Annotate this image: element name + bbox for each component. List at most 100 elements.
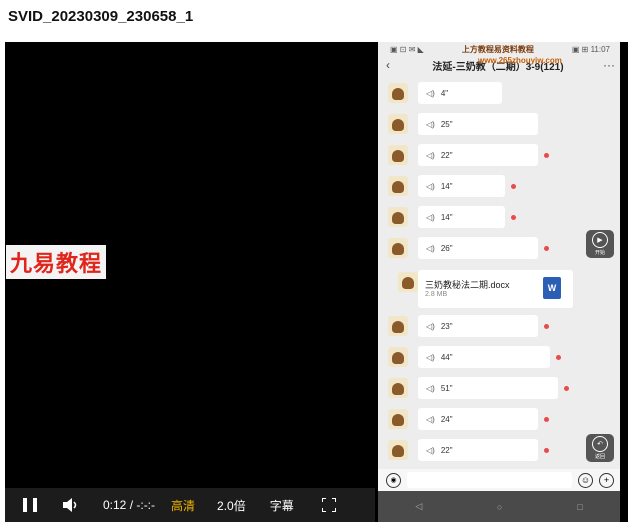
file-size: 2.8 MB bbox=[425, 291, 448, 298]
return-overlay-label: 返回 bbox=[594, 454, 605, 460]
return-icon: ↶ bbox=[592, 436, 608, 452]
voice-wave-icon: ◁) bbox=[426, 352, 435, 362]
voice-duration: 44" bbox=[440, 352, 453, 362]
avatar bbox=[388, 176, 408, 196]
voice-wave-icon: ◁) bbox=[426, 150, 435, 160]
subtitles-button[interactable]: 字幕 bbox=[270, 497, 294, 514]
nav-back-icon: ◁ bbox=[415, 501, 423, 511]
phone-status-bar: ▣ ⊡ ✉ ◣ 上方教程易资料教程 ▣ ⊞ 11:07 bbox=[378, 42, 620, 56]
nav-home-icon: ○ bbox=[497, 501, 503, 512]
voice-message: ◁) 25" bbox=[378, 112, 620, 136]
voice-duration: 22" bbox=[440, 150, 453, 160]
voice-duration: 26" bbox=[440, 243, 453, 253]
emoji-icon: ☺ bbox=[578, 472, 593, 488]
avatar bbox=[388, 207, 408, 227]
unread-dot bbox=[544, 416, 549, 422]
return-overlay-button: ↶ 返回 bbox=[586, 434, 614, 462]
voice-message: ◁) 4" bbox=[378, 81, 620, 105]
voice-bubble: ◁) 22" bbox=[418, 144, 538, 166]
unread-dot bbox=[511, 214, 516, 220]
voice-duration: 25" bbox=[440, 119, 453, 129]
avatar bbox=[388, 409, 408, 429]
voice-duration: 14" bbox=[440, 181, 453, 191]
voice-wave-icon: ◁) bbox=[426, 181, 435, 191]
voice-wave-icon: ◁) bbox=[426, 243, 435, 253]
chat-input-bar: ◉ ☺ + bbox=[378, 469, 620, 491]
site-watermark: www.265zhouyiw.com bbox=[478, 56, 562, 65]
voice-bubble: ◁) 51" bbox=[418, 377, 558, 399]
voice-duration: 22" bbox=[440, 445, 453, 455]
voice-wave-icon: ◁) bbox=[426, 321, 435, 331]
voice-icon: ◉ bbox=[386, 472, 401, 488]
speed-button[interactable]: 2.0倍 bbox=[217, 497, 246, 514]
voice-message: ◁) 51" bbox=[378, 376, 620, 400]
voice-message: ◁) 14" bbox=[378, 205, 620, 229]
avatar bbox=[398, 272, 418, 292]
voice-message: ◁) 22" bbox=[378, 143, 620, 167]
status-time: ▣ ⊞ 11:07 bbox=[571, 44, 610, 54]
status-site: 上方教程易资料教程 bbox=[461, 44, 534, 54]
quality-button[interactable]: 高清 bbox=[171, 497, 195, 514]
voice-wave-icon: ◁) bbox=[426, 119, 435, 129]
phone-screen: ▣ ⊡ ✉ ◣ 上方教程易资料教程 ▣ ⊞ 11:07 www.265zhouy… bbox=[378, 42, 620, 522]
window-title: SVID_20230309_230658_1 bbox=[8, 8, 194, 25]
avatar bbox=[388, 83, 408, 103]
unread-dot bbox=[511, 183, 516, 189]
voice-bubble: ◁) 4" bbox=[418, 82, 502, 104]
more-icon: ··· bbox=[603, 58, 615, 72]
watermark: 九易教程 bbox=[6, 245, 107, 279]
pause-button[interactable] bbox=[23, 498, 37, 512]
voice-message: ◁) 22" bbox=[378, 438, 620, 462]
avatar bbox=[388, 114, 408, 134]
avatar bbox=[388, 145, 408, 165]
voice-duration: 51" bbox=[440, 383, 453, 393]
voice-duration: 14" bbox=[440, 212, 453, 222]
back-icon: ‹ bbox=[386, 58, 390, 72]
file-message: 三奶教秘法二期.docx 2.8 MB W bbox=[418, 270, 573, 308]
video-player[interactable]: 九易教程 ▣ ⊡ ✉ ◣ 上方教程易资料教程 ▣ ⊞ 11:07 www.265… bbox=[5, 42, 628, 522]
plus-icon: + bbox=[599, 472, 614, 488]
voice-bubble: ◁) 22" bbox=[418, 439, 538, 461]
voice-wave-icon: ◁) bbox=[426, 445, 435, 455]
unread-dot bbox=[544, 447, 549, 453]
play-icon: ▶ bbox=[592, 232, 608, 248]
voice-wave-icon: ◁) bbox=[426, 212, 435, 222]
unread-dot bbox=[556, 354, 561, 360]
avatar bbox=[388, 440, 408, 460]
unread-dot bbox=[544, 245, 549, 251]
voice-wave-icon: ◁) bbox=[426, 414, 435, 424]
voice-wave-icon: ◁) bbox=[426, 383, 435, 393]
avatar bbox=[388, 316, 408, 336]
file-name: 三奶教秘法二期.docx bbox=[425, 280, 510, 290]
voice-duration: 4" bbox=[440, 88, 449, 98]
voice-bubble: ◁) 44" bbox=[418, 346, 550, 368]
avatar bbox=[388, 347, 408, 367]
voice-bubble: ◁) 23" bbox=[418, 315, 538, 337]
volume-icon[interactable] bbox=[63, 498, 81, 512]
play-overlay-button: ▶ 开始 bbox=[586, 230, 614, 258]
voice-message: ◁) 14" bbox=[378, 174, 620, 198]
chat-input bbox=[407, 472, 572, 488]
nav-recent-icon: □ bbox=[577, 501, 583, 512]
voice-bubble: ◁) 14" bbox=[418, 175, 505, 197]
status-icons: ▣ ⊡ ✉ ◣ bbox=[390, 44, 424, 54]
play-overlay-label: 开始 bbox=[594, 250, 605, 256]
voice-message: ◁) 44" bbox=[378, 345, 620, 369]
voice-message: ◁) 23" bbox=[378, 314, 620, 338]
unread-dot bbox=[564, 385, 569, 391]
voice-message: ◁) 26" bbox=[378, 236, 620, 260]
word-icon: W bbox=[543, 277, 561, 299]
voice-wave-icon: ◁) bbox=[426, 88, 435, 98]
android-nav-bar: ◁ ○ □ bbox=[378, 491, 620, 522]
voice-duration: 23" bbox=[440, 321, 453, 331]
voice-message: ◁) 24" bbox=[378, 407, 620, 431]
avatar bbox=[388, 238, 408, 258]
voice-bubble: ◁) 25" bbox=[418, 113, 538, 135]
avatar bbox=[388, 378, 408, 398]
fullscreen-icon[interactable] bbox=[321, 498, 336, 512]
unread-dot bbox=[544, 152, 549, 158]
player-controls: 0:12 / -:-:- 高清 2.0倍 字幕 bbox=[5, 488, 375, 522]
voice-bubble: ◁) 24" bbox=[418, 408, 538, 430]
unread-dot bbox=[544, 323, 549, 329]
time-display: 0:12 / -:-:- bbox=[103, 498, 156, 512]
